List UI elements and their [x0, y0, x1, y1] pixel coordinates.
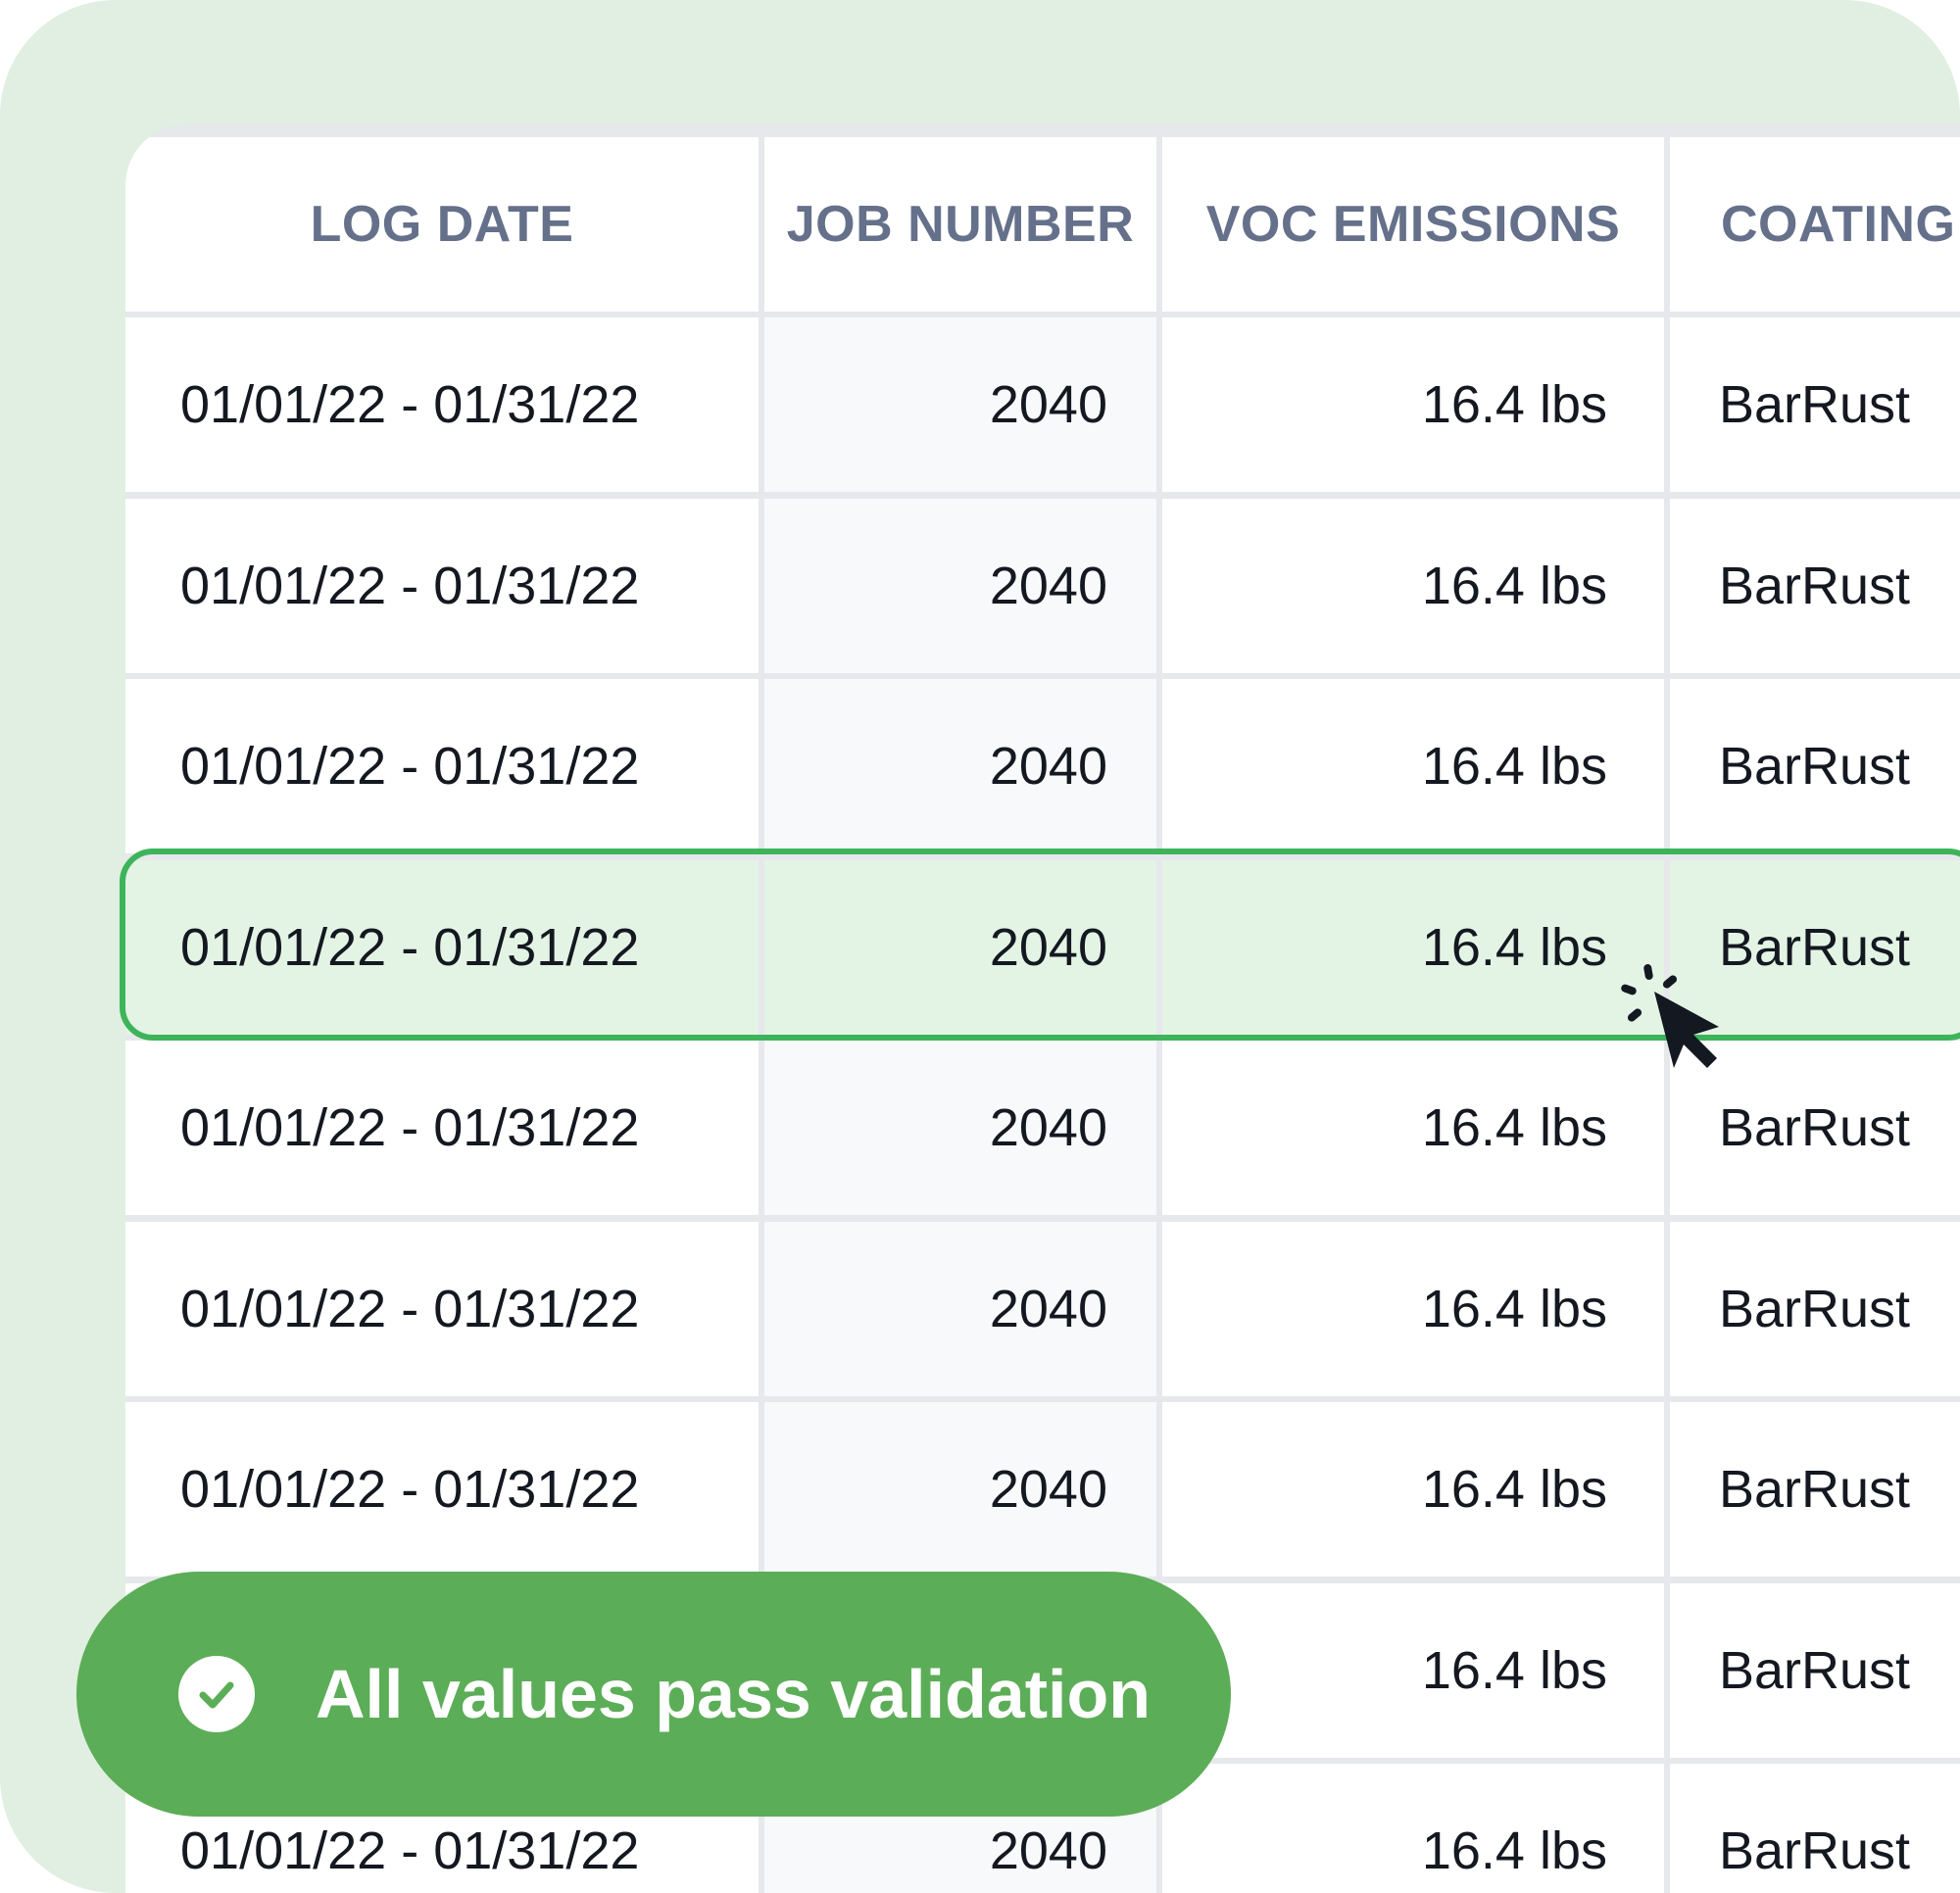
- cell-voc-emissions[interactable]: 16.4 lbs: [1162, 499, 1664, 673]
- table-row[interactable]: 01/01/22 - 01/31/22204016.4 lbsBarRust: [125, 1402, 1960, 1577]
- cell-log-date[interactable]: 01/01/22 - 01/31/22: [125, 317, 759, 492]
- toast-message: All values pass validation: [316, 1656, 1151, 1732]
- cell-coating[interactable]: BarRust: [1670, 1222, 1960, 1396]
- validation-toast: All values pass validation: [76, 1572, 1231, 1817]
- cell-log-date[interactable]: 01/01/22 - 01/31/22: [125, 1402, 759, 1577]
- cell-log-date[interactable]: 01/01/22 - 01/31/22: [125, 499, 759, 673]
- cell-job-number[interactable]: 2040: [764, 499, 1156, 673]
- column-header-log-date[interactable]: LOG DATE: [125, 137, 759, 312]
- cell-voc-emissions[interactable]: 16.4 lbs: [1162, 317, 1664, 492]
- cell-voc-emissions[interactable]: 16.4 lbs: [1162, 860, 1664, 1035]
- mouse-pointer-icon: [1621, 964, 1719, 1068]
- cell-log-date[interactable]: 01/01/22 - 01/31/22: [125, 1222, 759, 1396]
- cell-voc-emissions[interactable]: 16.4 lbs: [1162, 679, 1664, 853]
- cell-coating[interactable]: BarRust: [1670, 679, 1960, 853]
- cell-voc-emissions[interactable]: 16.4 lbs: [1162, 1402, 1664, 1577]
- cell-log-date[interactable]: 01/01/22 - 01/31/22: [125, 679, 759, 853]
- cell-log-date[interactable]: 01/01/22 - 01/31/22: [125, 860, 759, 1035]
- cell-voc-emissions[interactable]: 16.4 lbs: [1162, 1041, 1664, 1215]
- table-row[interactable]: 01/01/22 - 01/31/22204016.4 lbsBarRust: [125, 679, 1960, 853]
- cell-job-number[interactable]: 2040: [764, 1402, 1156, 1577]
- cell-voc-emissions[interactable]: 16.4 lbs: [1162, 1764, 1664, 1893]
- cell-job-number[interactable]: 2040: [764, 317, 1156, 492]
- table-row[interactable]: 01/01/22 - 01/31/22204016.4 lbsBarRust: [125, 499, 1960, 673]
- column-header-job-number[interactable]: JOB NUMBER: [764, 137, 1156, 312]
- table-header-row: LOG DATE JOB NUMBER VOC EMISSIONS COATIN…: [125, 137, 1960, 312]
- cell-job-number[interactable]: 2040: [764, 1222, 1156, 1396]
- cell-coating[interactable]: BarRust: [1670, 317, 1960, 492]
- cell-job-number[interactable]: 2040: [764, 679, 1156, 853]
- check-circle-icon: [178, 1656, 255, 1732]
- cell-log-date[interactable]: 01/01/22 - 01/31/22: [125, 1041, 759, 1215]
- cell-voc-emissions[interactable]: 16.4 lbs: [1162, 1222, 1664, 1396]
- cell-coating[interactable]: BarRust: [1670, 499, 1960, 673]
- column-header-voc-emissions[interactable]: VOC EMISSIONS: [1162, 137, 1664, 312]
- cell-job-number[interactable]: 2040: [764, 1041, 1156, 1215]
- column-header-coating[interactable]: COATING: [1670, 137, 1960, 312]
- table-row[interactable]: 01/01/22 - 01/31/22204016.4 lbsBarRust: [125, 317, 1960, 492]
- cell-coating[interactable]: BarRust: [1670, 1402, 1960, 1577]
- cell-voc-emissions[interactable]: 16.4 lbs: [1162, 1583, 1664, 1758]
- cell-coating[interactable]: BarRust: [1670, 1583, 1960, 1758]
- cell-coating[interactable]: BarRust: [1670, 1764, 1960, 1893]
- cell-job-number[interactable]: 2040: [764, 860, 1156, 1035]
- table-row[interactable]: 01/01/22 - 01/31/22204016.4 lbsBarRust: [125, 1222, 1960, 1396]
